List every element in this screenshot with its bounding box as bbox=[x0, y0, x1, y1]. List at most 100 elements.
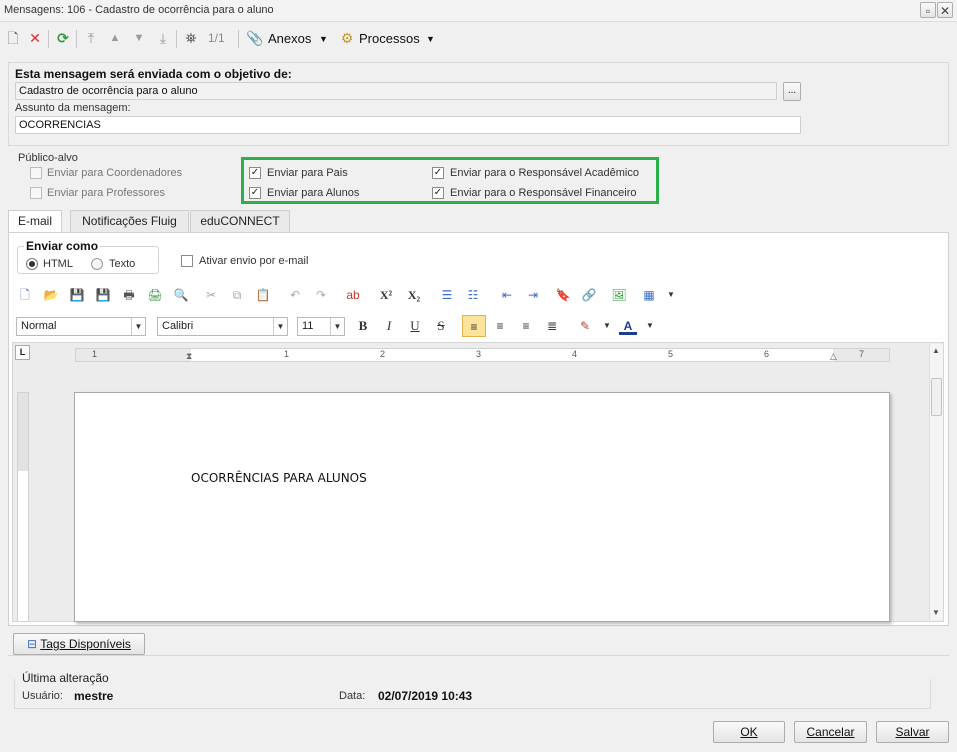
ruler-number: 7 bbox=[859, 349, 865, 359]
align-right-icon[interactable]: ≡ bbox=[517, 317, 535, 335]
increase-indent-icon[interactable]: ⇥ bbox=[524, 286, 542, 304]
last-record-icon[interactable]: ⤓ bbox=[154, 29, 172, 47]
save-button[interactable]: Salvar bbox=[876, 721, 949, 743]
processos-button[interactable]: Processos bbox=[359, 31, 420, 46]
tab-educonnect[interactable]: eduCONNECT bbox=[190, 210, 290, 232]
document-page[interactable]: OCORRÊNCIAS PARA ALUNOS bbox=[74, 392, 890, 622]
last-change-box bbox=[14, 679, 931, 709]
texto-radio[interactable] bbox=[91, 258, 103, 270]
subject-label: Assunto da mensagem: bbox=[15, 102, 131, 114]
font-size-select[interactable]: 11 ▼ bbox=[297, 317, 345, 336]
gears-icon: ⚙ bbox=[340, 30, 354, 46]
bulleted-list-icon[interactable]: ☷ bbox=[464, 286, 482, 304]
ruler-corner[interactable]: L bbox=[15, 345, 30, 360]
tab-notificacoes-fluig[interactable]: Notificações Fluig bbox=[70, 210, 189, 232]
chevron-down-icon[interactable]: ▼ bbox=[273, 318, 287, 335]
print-preview-icon[interactable]: 🔍 bbox=[172, 286, 190, 304]
strikethrough-button[interactable]: S bbox=[432, 317, 450, 335]
next-record-icon[interactable]: ▼ bbox=[130, 29, 148, 47]
right-indent-marker-icon[interactable]: △ bbox=[830, 351, 837, 362]
justify-icon[interactable]: ≣ bbox=[543, 317, 561, 335]
pais-label: Enviar para Pais bbox=[267, 167, 348, 179]
paste-icon[interactable]: 📋 bbox=[254, 286, 272, 304]
coordenadores-checkbox[interactable] bbox=[30, 167, 42, 179]
new-icon[interactable]: 🗋 bbox=[4, 29, 22, 47]
resp-financeiro-label: Enviar para o Responsável Financeiro bbox=[450, 187, 637, 199]
paragraph-style-value: Normal bbox=[21, 320, 57, 332]
vertical-ruler[interactable] bbox=[17, 392, 29, 622]
professores-checkbox[interactable] bbox=[30, 187, 42, 199]
scroll-down-icon[interactable]: ▼ bbox=[932, 608, 940, 617]
ruler-number: 2 bbox=[380, 349, 386, 359]
bold-button[interactable]: B bbox=[354, 317, 372, 335]
subscript-button[interactable]: X₂ bbox=[405, 286, 423, 304]
bookmark-icon[interactable]: 🔖 bbox=[554, 286, 572, 304]
ok-button[interactable]: OK bbox=[713, 721, 785, 743]
font-color-dropdown-icon[interactable]: ▼ bbox=[641, 317, 659, 335]
font-family-value: Calibri bbox=[162, 320, 194, 332]
align-center-icon[interactable]: ≡ bbox=[491, 317, 509, 335]
tag-icon: ⊟ bbox=[27, 637, 41, 651]
highlight-color-icon[interactable]: ✎ bbox=[576, 317, 594, 335]
binoculars-icon[interactable]: ⛯ bbox=[182, 29, 200, 47]
find-replace-icon[interactable]: ab bbox=[344, 286, 362, 304]
hyperlink-icon[interactable]: 🔗 bbox=[580, 286, 598, 304]
save-disabled-icon[interactable]: 💾 bbox=[68, 286, 86, 304]
scroll-thumb[interactable] bbox=[931, 378, 942, 416]
insert-image-icon[interactable]: 🖼 bbox=[610, 286, 628, 304]
decrease-indent-icon[interactable]: ⇤ bbox=[498, 286, 516, 304]
vertical-scrollbar[interactable]: ▲ ▼ bbox=[929, 344, 943, 620]
tags-label: Tags Disponíveis bbox=[40, 637, 131, 651]
resp-academico-checkbox[interactable]: ✓ bbox=[432, 167, 444, 179]
close-icon[interactable]: ✕ bbox=[937, 2, 953, 18]
tab-email[interactable]: E-mail bbox=[8, 210, 62, 233]
subject-input[interactable]: OCORRENCIAS bbox=[15, 116, 801, 134]
save-as-icon[interactable]: 💾 bbox=[94, 286, 112, 304]
superscript-button[interactable]: X² bbox=[377, 286, 395, 304]
italic-button[interactable]: I bbox=[380, 317, 398, 335]
new-document-icon[interactable]: 🗋 bbox=[16, 286, 34, 304]
audience-legend: Público-alvo bbox=[18, 152, 78, 164]
restore-icon[interactable]: ▫ bbox=[920, 2, 936, 18]
chevron-down-icon[interactable]: ▼ bbox=[330, 318, 344, 335]
font-family-select[interactable]: Calibri ▼ bbox=[157, 317, 288, 336]
numbered-list-icon[interactable]: ☰ bbox=[438, 286, 456, 304]
quick-print-icon[interactable]: 🖨 bbox=[146, 286, 164, 304]
cancel-label: Cancelar bbox=[806, 725, 855, 739]
redo-icon[interactable]: ↷ bbox=[312, 286, 330, 304]
highlight-dropdown-icon[interactable]: ▼ bbox=[598, 317, 616, 335]
anexos-button[interactable]: Anexos bbox=[268, 31, 311, 46]
horizontal-ruler[interactable]: 1 1 2 3 4 5 6 7 ⧗ △ bbox=[75, 348, 890, 362]
print-icon[interactable]: 🖶 bbox=[120, 286, 138, 304]
resp-financeiro-checkbox[interactable]: ✓ bbox=[432, 187, 444, 199]
undo-icon[interactable]: ↶ bbox=[286, 286, 304, 304]
align-left-icon[interactable]: ≡ bbox=[462, 315, 486, 337]
main-toolbar: 🗋 ✕ ⟳ ⤒ ▲ ▼ ⤓ ⛯ 1/1 📎 Anexos ▼ ⚙ Process… bbox=[0, 24, 957, 54]
chevron-down-icon[interactable]: ▼ bbox=[131, 318, 145, 335]
processos-dropdown-icon[interactable]: ▼ bbox=[426, 34, 435, 44]
underline-button[interactable]: U bbox=[406, 317, 424, 335]
activate-email-checkbox[interactable] bbox=[181, 255, 193, 267]
previous-record-icon[interactable]: ▲ bbox=[106, 29, 124, 47]
pais-checkbox[interactable]: ✓ bbox=[249, 167, 261, 179]
indent-marker-icon[interactable]: ⧗ bbox=[186, 351, 192, 362]
open-folder-icon[interactable]: 📂 bbox=[42, 286, 60, 304]
font-color-icon[interactable]: A bbox=[619, 317, 637, 335]
tags-button[interactable]: ⊟ Tags Disponíveis bbox=[13, 633, 145, 655]
objective-panel: Esta mensagem será enviada com o objetiv… bbox=[8, 62, 949, 146]
paragraph-style-select[interactable]: Normal ▼ bbox=[16, 317, 146, 336]
table-dropdown-icon[interactable]: ▼ bbox=[662, 286, 680, 304]
anexos-dropdown-icon[interactable]: ▼ bbox=[319, 34, 328, 44]
refresh-icon[interactable]: ⟳ bbox=[54, 29, 72, 47]
copy-icon[interactable]: ⧉ bbox=[228, 286, 246, 304]
alunos-checkbox[interactable]: ✓ bbox=[249, 187, 261, 199]
cut-icon[interactable]: ✂ bbox=[202, 286, 220, 304]
document-text[interactable]: OCORRÊNCIAS PARA ALUNOS bbox=[191, 471, 367, 485]
insert-table-icon[interactable]: ▦ bbox=[640, 286, 658, 304]
browse-button[interactable]: ... bbox=[783, 82, 801, 101]
delete-icon[interactable]: ✕ bbox=[26, 29, 44, 47]
html-radio[interactable] bbox=[26, 258, 38, 270]
scroll-up-icon[interactable]: ▲ bbox=[932, 346, 940, 355]
cancel-button[interactable]: Cancelar bbox=[794, 721, 867, 743]
first-record-icon[interactable]: ⤒ bbox=[82, 29, 100, 47]
